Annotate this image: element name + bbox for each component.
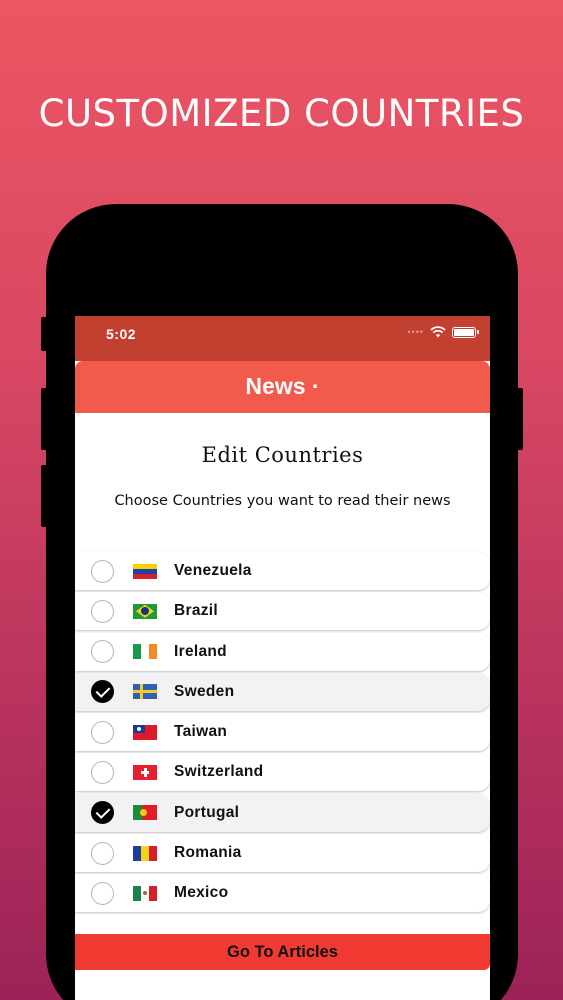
wifi-icon — [430, 326, 446, 338]
unchecked-circle-icon[interactable] — [91, 559, 114, 583]
go-to-articles-button[interactable]: Go To Articles — [75, 934, 490, 970]
country-name: Portugal — [174, 803, 240, 821]
romania-flag-icon — [133, 845, 157, 861]
checked-circle-icon[interactable] — [91, 801, 114, 825]
country-row-mexico[interactable]: Mexico — [75, 874, 490, 913]
country-name: Mexico — [174, 884, 229, 902]
battery-icon — [452, 326, 479, 338]
country-name: Taiwan — [174, 723, 228, 741]
taiwan-flag-icon — [133, 724, 157, 740]
country-row-switzerland[interactable]: Switzerland — [75, 753, 490, 792]
country-name: Romania — [174, 844, 242, 862]
country-list: Venezuela Brazil Ireland Sweden Taiwan S… — [75, 552, 490, 915]
page-subtitle: Choose Countries you want to read their … — [114, 493, 451, 509]
brazil-flag-icon — [133, 603, 157, 619]
venezuela-flag-icon — [133, 563, 157, 579]
unchecked-circle-icon[interactable] — [91, 720, 114, 744]
sweden-flag-icon — [133, 684, 157, 700]
country-row-taiwan[interactable]: Taiwan — [75, 713, 490, 752]
unchecked-circle-icon[interactable] — [91, 760, 114, 784]
country-row-ireland[interactable]: Ireland — [75, 632, 490, 671]
status-time: 5:02 — [106, 326, 137, 342]
nav-bar-title: News · — [75, 361, 490, 413]
signal-icon: •••• — [407, 327, 424, 337]
status-bar: 5:02 •••• — [75, 316, 490, 361]
country-row-portugal[interactable]: Portugal — [75, 793, 490, 832]
portugal-flag-icon — [133, 805, 157, 821]
country-name: Switzerland — [174, 763, 264, 781]
unchecked-circle-icon[interactable] — [91, 640, 114, 664]
checked-circle-icon[interactable] — [91, 680, 114, 704]
mexico-flag-icon — [133, 885, 157, 901]
unchecked-circle-icon[interactable] — [91, 599, 114, 623]
country-row-romania[interactable]: Romania — [75, 834, 490, 873]
ireland-flag-icon — [133, 644, 157, 660]
status-icons: •••• — [407, 326, 479, 338]
unchecked-circle-icon[interactable] — [91, 881, 114, 905]
country-row-venezuela[interactable]: Venezuela — [75, 552, 490, 590]
phone-screen: 5:02 •••• News · Edit Countries Choose C… — [75, 316, 490, 1000]
country-name: Ireland — [174, 642, 227, 660]
country-row-brazil[interactable]: Brazil — [75, 592, 490, 631]
country-row-sweden[interactable]: Sweden — [75, 672, 490, 711]
promo-headline: CUSTOMIZED COUNTRIES — [38, 92, 525, 135]
page-title: Edit Countries — [201, 443, 364, 467]
country-name: Sweden — [174, 682, 235, 700]
country-name: Brazil — [174, 602, 219, 620]
country-name: Venezuela — [174, 562, 252, 579]
switzerland-flag-icon — [133, 764, 157, 780]
unchecked-circle-icon[interactable] — [91, 841, 114, 865]
